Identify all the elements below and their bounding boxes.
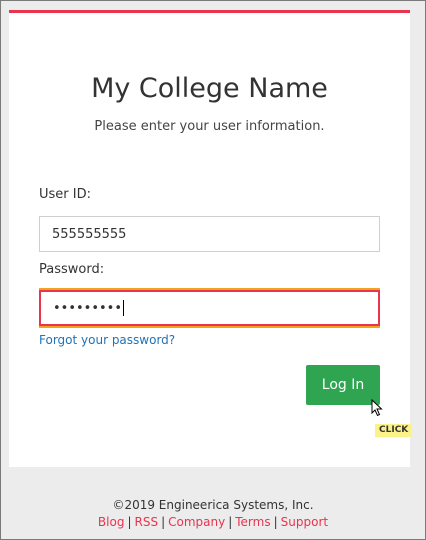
footer-link-support[interactable]: Support bbox=[281, 515, 328, 529]
footer-copyright: ©2019 Engineerica Systems, Inc. bbox=[112, 498, 314, 512]
password-label: Password: bbox=[39, 262, 105, 277]
text-caret bbox=[123, 300, 125, 316]
password-input[interactable]: ••••••••• bbox=[39, 290, 380, 326]
college-name: My College Name bbox=[91, 73, 328, 104]
footer-link-terms[interactable]: Terms bbox=[235, 515, 270, 529]
footer-links: Blog | RSS | Company | Terms | Support bbox=[1, 515, 425, 529]
footer-link-company[interactable]: Company bbox=[168, 515, 225, 529]
userid-value: 555555555 bbox=[52, 226, 127, 242]
mouse-cursor-icon bbox=[371, 399, 383, 417]
footer-separator: | bbox=[273, 515, 278, 529]
footer-separator: | bbox=[161, 515, 166, 529]
password-value: ••••••••• bbox=[53, 300, 123, 316]
userid-input[interactable]: 555555555 bbox=[39, 216, 380, 252]
footer-link-blog[interactable]: Blog bbox=[98, 515, 125, 529]
footer-separator: | bbox=[127, 515, 132, 529]
instructions-text: Please enter your user information. bbox=[94, 119, 325, 134]
login-card: My College Name Please enter your user i… bbox=[9, 10, 413, 467]
login-button[interactable]: Log In bbox=[306, 365, 380, 405]
footer-link-rss[interactable]: RSS bbox=[134, 515, 158, 529]
footer-separator: | bbox=[228, 515, 233, 529]
click-indicator-tag: CLICK bbox=[375, 424, 413, 437]
forgot-password-link[interactable]: Forgot your password? bbox=[39, 333, 175, 347]
userid-label: User ID: bbox=[39, 187, 91, 202]
